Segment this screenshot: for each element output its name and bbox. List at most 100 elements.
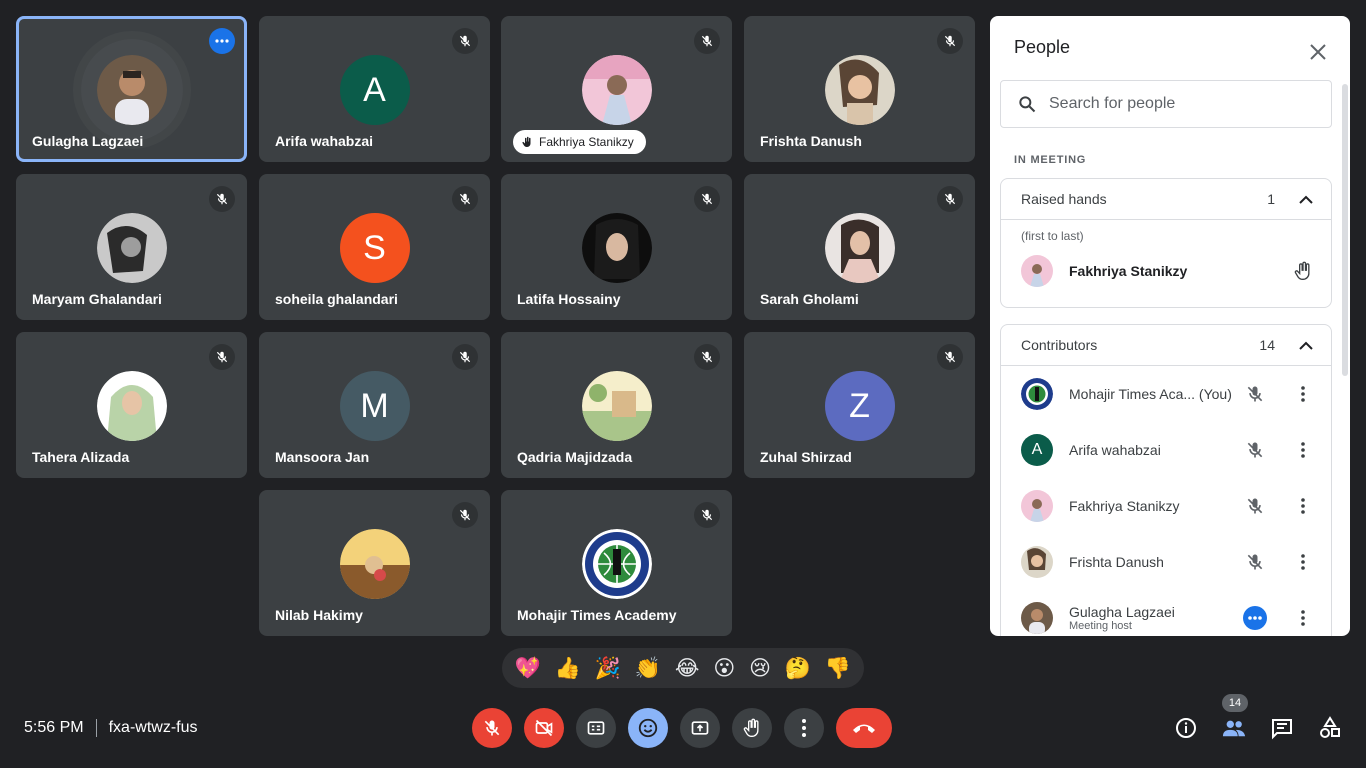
chat-button[interactable] (1270, 712, 1294, 744)
participant-options-button[interactable] (1291, 494, 1315, 518)
participant-name: Arifa wahabzai (275, 133, 374, 149)
participant-tile[interactable]: Nilab Hakimy (259, 490, 490, 636)
participant-tile[interactable]: Tahera Alizada (16, 332, 247, 478)
reaction-tears-of-joy[interactable]: 😂 (675, 658, 700, 679)
participant-name: Arifa wahabzai (1069, 442, 1161, 458)
mic-off-icon (694, 502, 720, 528)
participant-tile[interactable]: Fakhriya Stanikzy (501, 16, 732, 162)
more-vert-icon (1301, 442, 1305, 458)
mic-off-icon (1247, 554, 1263, 570)
reaction-party-popper[interactable]: 🎉 (595, 658, 621, 679)
search-input[interactable] (1049, 95, 1299, 113)
participant-tile[interactable]: Z Zuhal Shirzad (744, 332, 975, 478)
reaction-thinking[interactable]: 🤔 (785, 658, 811, 679)
people-panel: People IN MEETING Raised hands 1 (first … (990, 16, 1350, 636)
participant-name: Zuhal Shirzad (760, 449, 852, 465)
close-panel-button[interactable] (1304, 38, 1332, 66)
avatar (581, 55, 652, 125)
mic-off-icon (209, 186, 235, 212)
group-count: 1 (1267, 191, 1275, 207)
meeting-details-button[interactable] (1174, 712, 1198, 744)
lower-hand-button[interactable] (1291, 259, 1315, 283)
group-label: Contributors (1021, 337, 1098, 353)
chevron-up-icon (1299, 195, 1313, 204)
mic-off-icon (452, 28, 478, 54)
contributor-row[interactable]: Frishta Danush (1001, 534, 1331, 590)
participant-tile[interactable]: S soheila ghalandari (259, 174, 490, 320)
reaction-clapping[interactable]: 👏 (635, 658, 661, 679)
reaction-thumbs-down[interactable]: 👎 (825, 658, 851, 679)
avatar: Z (824, 371, 895, 441)
participant-name: Sarah Gholami (760, 291, 859, 307)
contributor-row[interactable]: Fakhriya Stanikzy (1001, 478, 1331, 534)
call-end-icon (853, 724, 875, 733)
search-icon (1019, 96, 1036, 113)
camera-toggle-button[interactable] (524, 708, 564, 748)
avatar-initial: S (363, 228, 386, 267)
reaction-surprised[interactable]: 😮 (713, 658, 735, 679)
leave-call-button[interactable] (836, 708, 892, 748)
contributor-row[interactable]: Mohajir Times Aca... (You) (1001, 366, 1331, 422)
participant-tile[interactable]: Maryam Ghalandari (16, 174, 247, 320)
emoji-icon (638, 718, 658, 738)
participant-tile[interactable]: Sarah Gholami (744, 174, 975, 320)
raised-hand-chip: Fakhriya Stanikzy (513, 130, 646, 154)
participant-name: Latifa Hossainy (517, 291, 621, 307)
reaction-thumbs-up[interactable]: 👍 (555, 658, 581, 679)
participant-name: Mansoora Jan (275, 449, 370, 465)
mic-off-icon (1247, 386, 1263, 402)
reactions-button[interactable] (628, 708, 668, 748)
avatar (1021, 546, 1053, 578)
avatar: A (339, 55, 410, 125)
more-options-button[interactable] (784, 708, 824, 748)
call-controls (472, 708, 892, 748)
contributor-row[interactable]: A Arifa wahabzai (1001, 422, 1331, 478)
activities-button[interactable] (1318, 712, 1342, 744)
participant-name: soheila ghalandari (275, 291, 398, 307)
search-box[interactable] (1000, 80, 1332, 128)
present-button[interactable] (680, 708, 720, 748)
participant-tile[interactable]: Mohajir Times Academy (501, 490, 732, 636)
mic-off-icon (452, 186, 478, 212)
participant-options-button[interactable] (1291, 550, 1315, 574)
more-options-icon[interactable] (209, 28, 235, 54)
avatar (1021, 490, 1053, 522)
panel-scrollbar[interactable] (1342, 84, 1348, 376)
participant-name: Gulagha Lagzaei (32, 133, 144, 149)
participant-name: Mohajir Times Aca... (You) (1069, 386, 1232, 402)
participant-tile[interactable]: Gulagha Lagzaei (16, 16, 247, 162)
participant-count-badge: 14 (1222, 694, 1248, 712)
microphone-toggle-button[interactable] (472, 708, 512, 748)
participant-tile[interactable]: Latifa Hossainy (501, 174, 732, 320)
academy-logo (581, 529, 652, 599)
raise-hand-icon (1294, 261, 1310, 280)
contributor-row[interactable]: Gulagha Lagzaei Meeting host (1001, 590, 1331, 636)
captions-button[interactable] (576, 708, 616, 748)
more-vert-icon (802, 719, 806, 737)
reaction-crying[interactable]: 😢 (749, 658, 771, 679)
mute-status (1243, 382, 1267, 406)
mic-off-icon (1247, 498, 1263, 514)
participant-options-button[interactable] (1291, 606, 1315, 630)
participant-options-button[interactable] (1291, 382, 1315, 406)
divider (95, 719, 97, 737)
participant-tile[interactable]: Frishta Danush (744, 16, 975, 162)
contributors-header[interactable]: Contributors 14 (1001, 325, 1331, 366)
reaction-sparkling-heart[interactable]: 💖 (515, 658, 541, 679)
raised-hand-row[interactable]: Fakhriya Stanikzy (1001, 243, 1331, 299)
participant-tile[interactable]: M Mansoora Jan (259, 332, 490, 478)
participant-tile[interactable]: A Arifa wahabzai (259, 16, 490, 162)
mic-off-icon (452, 502, 478, 528)
avatar (96, 371, 167, 441)
participant-options-button[interactable] (1291, 438, 1315, 462)
mic-off-icon (694, 28, 720, 54)
raised-hands-header[interactable]: Raised hands 1 (1001, 179, 1331, 220)
people-button[interactable]: 14 (1222, 694, 1248, 744)
raise-hand-button[interactable] (732, 708, 772, 748)
raise-hand-icon (522, 136, 531, 148)
mic-off-icon (1247, 442, 1263, 458)
avatar-initial: Z (849, 386, 870, 425)
chevron-up-icon (1299, 341, 1313, 350)
participant-name: Frishta Danush (760, 133, 862, 149)
participant-tile[interactable]: Qadria Majidzada (501, 332, 732, 478)
